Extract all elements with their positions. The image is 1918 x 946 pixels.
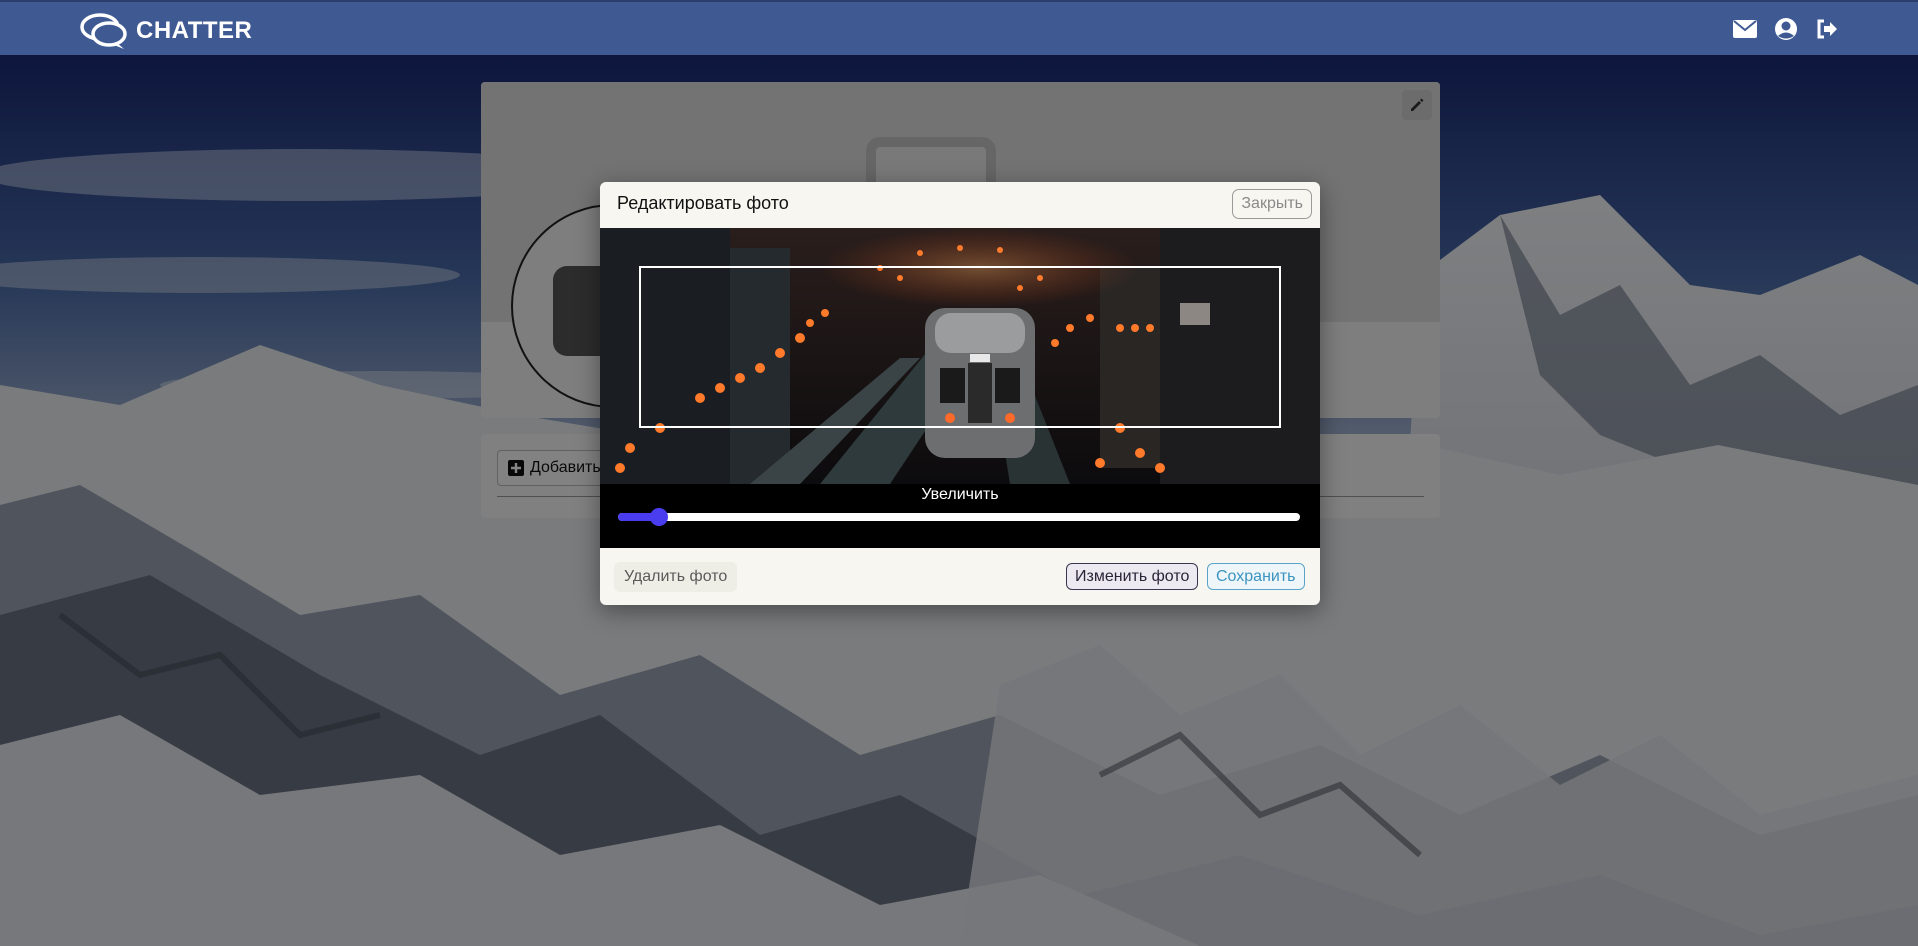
zoom-slider-thumb[interactable] [649, 508, 668, 526]
navbar-actions [1732, 16, 1840, 42]
zoom-label: Увеличить [921, 486, 999, 503]
chat-bubbles-icon [80, 13, 127, 49]
save-button[interactable]: Сохранить [1207, 563, 1305, 590]
user-circle-icon [1775, 18, 1797, 40]
sign-out-icon [1817, 19, 1837, 39]
change-photo-button[interactable]: Изменить фото [1066, 563, 1199, 590]
photo-preview [600, 228, 1320, 484]
edit-photo-modal: Редактировать фото Закрыть Увеличить Уда… [600, 182, 1320, 605]
close-button[interactable]: Закрыть [1232, 189, 1312, 219]
navbar: CHATTER [0, 0, 1918, 55]
modal-footer: Удалить фото Изменить фото Сохранить [600, 548, 1320, 605]
modal-title: Редактировать фото [617, 193, 789, 213]
brand-name: CHATTER [136, 17, 253, 44]
crop-area[interactable] [639, 266, 1281, 428]
zoom-slider[interactable] [618, 508, 1300, 526]
photo-editor: Увеличить [600, 228, 1320, 548]
brand[interactable]: CHATTER [80, 12, 252, 50]
profile-button[interactable] [1773, 16, 1799, 42]
modal-header: Редактировать фото Закрыть [600, 182, 1320, 228]
delete-photo-button[interactable]: Удалить фото [614, 562, 738, 592]
messages-button[interactable] [1732, 16, 1758, 42]
logout-button[interactable] [1814, 16, 1840, 42]
envelope-icon [1733, 20, 1757, 38]
